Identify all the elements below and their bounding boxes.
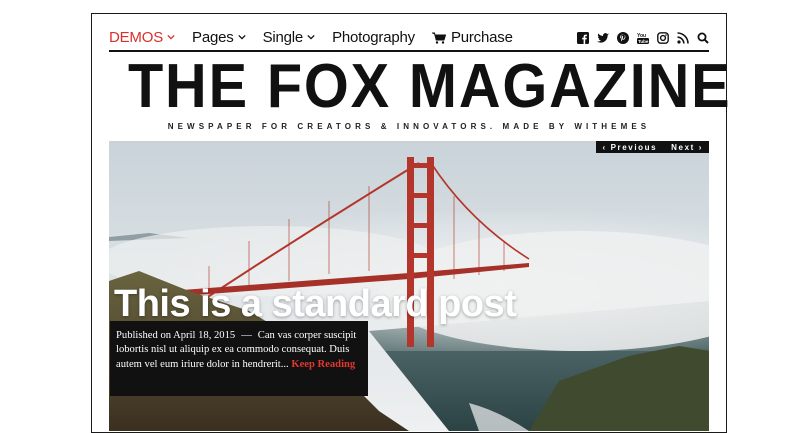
previous-button[interactable]: ‹ Previous	[602, 143, 657, 152]
nav-item-label: Photography	[332, 29, 415, 46]
chevron-down-icon	[237, 34, 246, 40]
nav-item-label: Purchase	[450, 29, 513, 46]
separator: —	[241, 330, 252, 341]
search-icon[interactable]	[697, 32, 709, 44]
instagram-icon[interactable]	[657, 31, 669, 44]
nav-item-pages[interactable]: Pages	[192, 29, 246, 49]
next-button[interactable]: Next ›	[671, 143, 703, 152]
social-links: You Tube	[577, 31, 709, 47]
nav-item-label: Pages	[192, 29, 234, 46]
nav-item-single[interactable]: Single	[263, 29, 316, 49]
post-title[interactable]: This is a standard post	[114, 282, 517, 326]
twitter-icon[interactable]	[597, 32, 609, 44]
post-excerpt: Published on April 18, 2015— Can vas corp…	[110, 321, 368, 396]
pinterest-icon[interactable]	[617, 31, 629, 44]
post-date: Published on April 18, 2015	[116, 330, 236, 341]
nav-item-purchase[interactable]: Purchase	[431, 29, 513, 49]
chevron-down-icon	[167, 34, 175, 40]
facebook-icon[interactable]	[577, 31, 589, 44]
slider-pager: ‹ Previous Next ›	[596, 141, 709, 153]
chevron-down-icon	[307, 34, 315, 40]
top-navigation: DEMOS Pages Single Photography Purchase …	[109, 28, 709, 52]
youtube-icon[interactable]: You Tube	[637, 32, 649, 44]
rss-icon[interactable]	[677, 31, 689, 44]
nav-item-label: Single	[262, 29, 304, 46]
svg-text:Tube: Tube	[638, 39, 649, 44]
nav-item-photography[interactable]: Photography	[332, 29, 415, 49]
nav-item-demos[interactable]: DEMOS	[109, 29, 175, 49]
keep-reading-link[interactable]: Keep Reading	[291, 359, 355, 370]
site-title[interactable]: THE FOX MAGAZINE	[128, 56, 730, 118]
page-frame: DEMOS Pages Single Photography Purchase …	[91, 13, 730, 433]
nav-item-label: DEMOS	[109, 29, 164, 46]
cart-icon	[431, 32, 446, 44]
site-tagline: NEWSPAPER FOR CREATORS & INNOVATORS. MAD…	[167, 122, 651, 131]
